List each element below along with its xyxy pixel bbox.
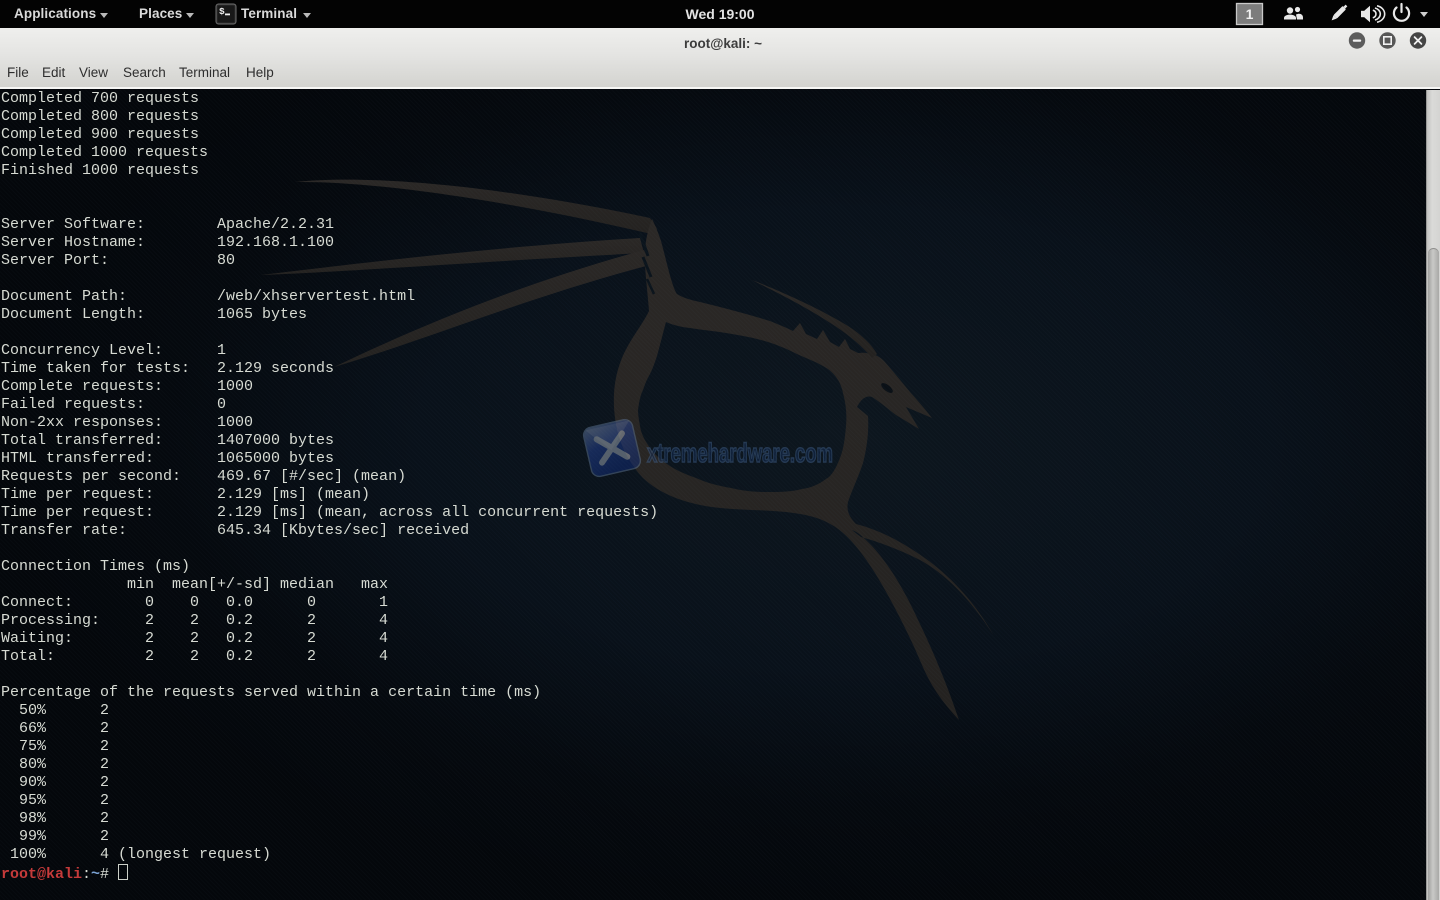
svg-text:$: $ (219, 6, 225, 17)
svg-text:1: 1 (1246, 6, 1254, 22)
